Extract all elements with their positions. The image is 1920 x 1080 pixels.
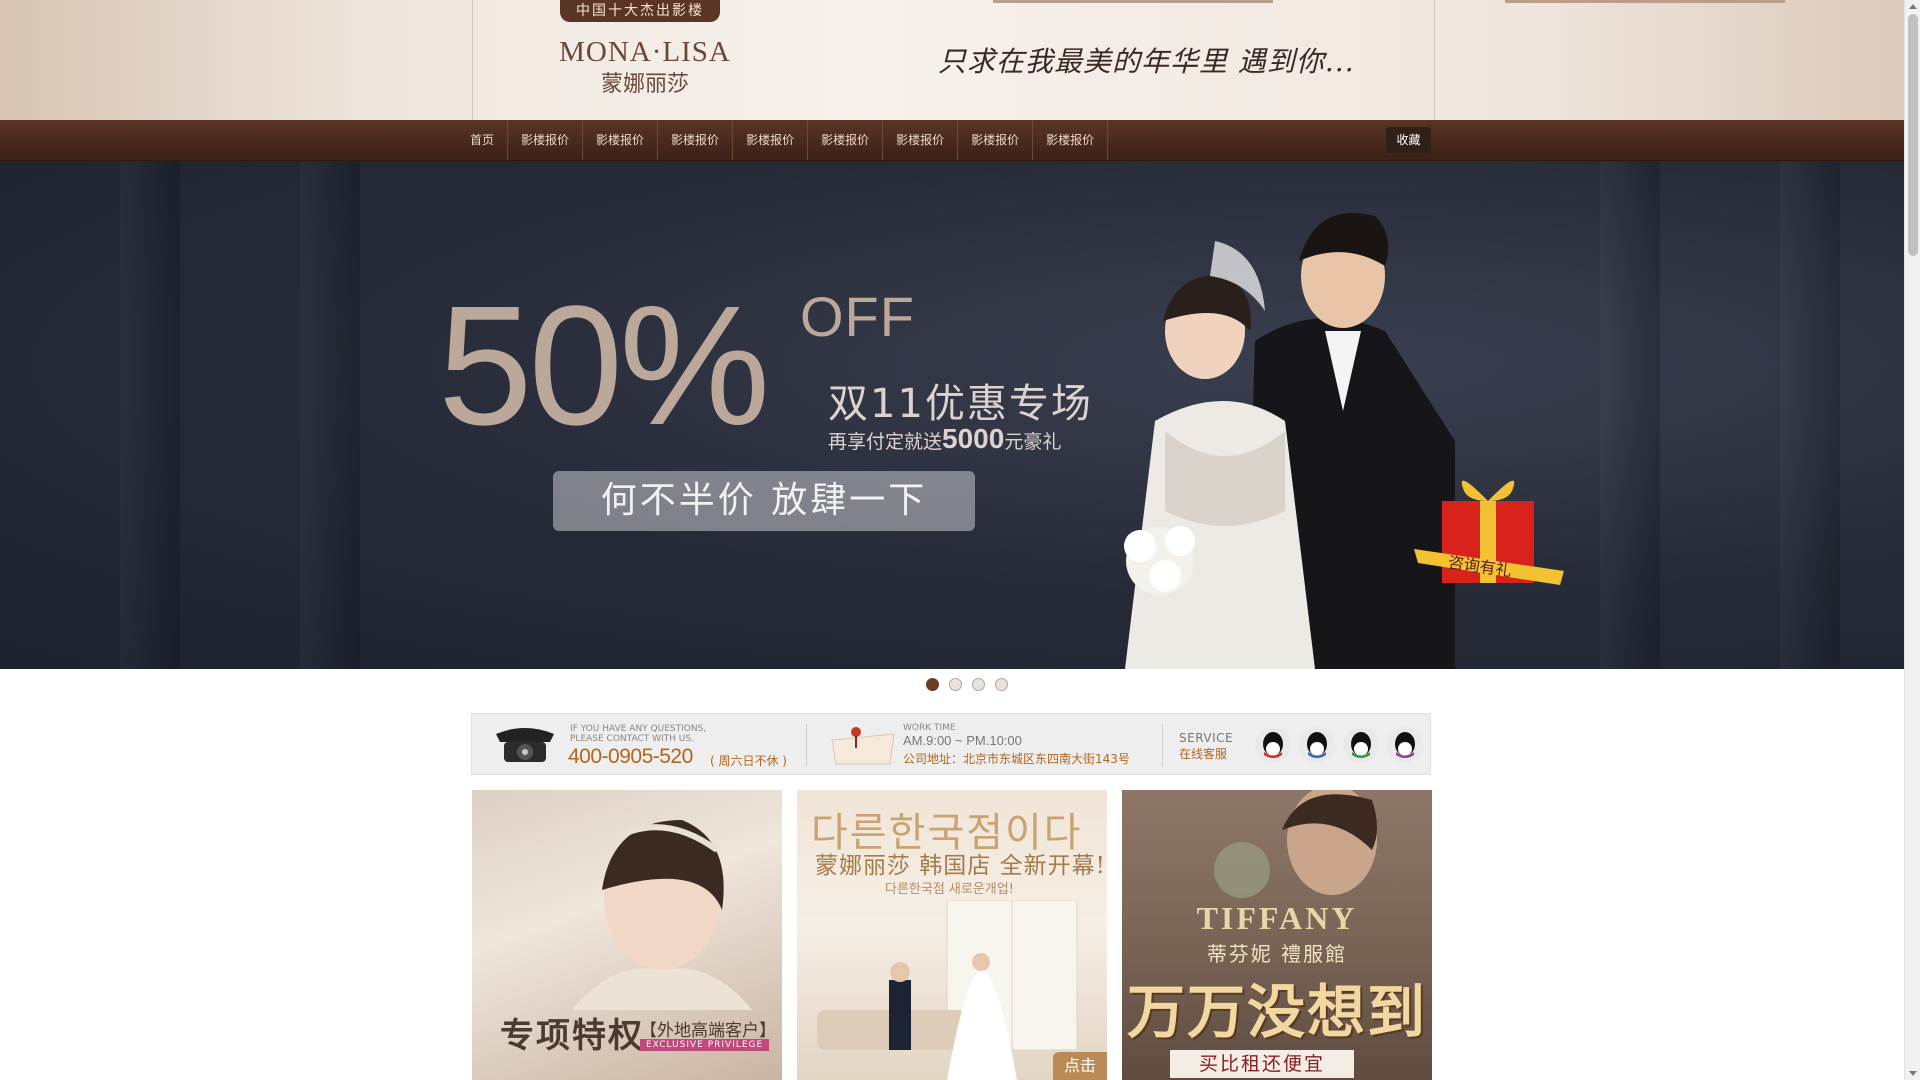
carousel-dot-2[interactable] [949,678,962,691]
qq-chat-icon[interactable] [1342,726,1380,764]
contact-prompt-line: IF YOU HAVE ANY QUESTIONS, [570,724,707,734]
nav-item[interactable]: 影楼报价 [583,120,659,160]
curtain-fold [120,161,180,669]
carousel-dot-1[interactable] [926,678,939,691]
carousel-dots [926,678,1008,691]
tiffany-brand-cn: 蒂芬妮 禮服館 [1206,942,1348,966]
service-label-en: SERVICE [1179,731,1234,745]
nav-item[interactable]: 影楼报价 [733,120,809,160]
slogan: 只求在我最美的年华里 遇到你... [938,45,1355,78]
curtain-fold [1780,161,1840,669]
promo-sub-amount: 5000 [942,423,1005,454]
nav-item[interactable]: 影楼报价 [508,120,584,160]
tiffany-offer: 买比租还便宜 [1170,1050,1354,1078]
contact-bar: IF YOU HAVE ANY QUESTIONS, PLEASE CONTAC… [471,713,1431,775]
couple-photo [1124,213,1455,669]
nav-item[interactable]: 影楼报价 [883,120,959,160]
carousel-dot-4[interactable] [995,678,1008,691]
divider [806,724,807,766]
promo-pill[interactable]: 何不半价 放肆一下 [553,471,975,531]
map-pin-icon [831,727,895,765]
promo-tile-korea-store[interactable]: 다른한국점이다 蒙娜丽莎 韩国店 全新开幕! 다른한국점 새로운개업! 点击 [797,790,1107,1080]
discount-off: OFF [800,285,915,348]
curtain-fold [1600,161,1660,669]
divider [1162,724,1163,766]
privilege-tag: 【外地高端客户】 [640,1021,776,1041]
page-scrollbar[interactable] [1904,0,1920,1080]
discount-percent: 50% [438,271,770,461]
main-nav: 首页 影楼报价 影楼报价 影楼报价 影楼报价 影楼报价 影楼报价 影楼报价 影楼… [0,120,1904,161]
qq-chat-icon[interactable] [1298,726,1336,764]
model-portrait [1214,790,1377,898]
hotline-note: ( 周六日不休 ) [710,754,787,768]
header-decor-line [993,0,1273,3]
promo-sub-suffix: 元豪礼 [1004,431,1062,453]
promo-subtitle: 再享付定就送5000元豪礼 [828,423,1061,455]
hero-banner[interactable]: 50% OFF 双11优惠专场 再享付定就送5000元豪礼 何不半价 放肆一下 … [0,161,1904,669]
logo-chinese[interactable]: 蒙娜丽莎 [550,66,740,98]
telephone-icon [496,728,554,762]
service-label-cn: 在线客服 [1179,747,1228,761]
nav-item[interactable]: 影楼报价 [1033,120,1109,160]
hotline-number[interactable]: 400-0905-520 [568,745,693,769]
curtain-fold [300,161,360,669]
privilege-title: 专项特权 [500,1016,644,1056]
award-badge: 中国十大杰出影楼 [560,0,720,22]
store-opening-title: 蒙娜丽莎 韩国店 全新开幕! [815,853,1106,879]
click-tag[interactable]: 点击 [1053,1052,1107,1080]
header-decor-line [1505,0,1785,3]
header-divider [1434,0,1435,120]
work-time: AM.9:00 ~ PM.10:00 [903,733,1022,748]
qq-chat-icon[interactable] [1386,726,1424,764]
promo-sub-prefix: 再享付定就送 [828,431,943,453]
promo-title: 双11优惠专场 [828,381,1093,427]
nav-item[interactable]: 影楼报价 [958,120,1034,160]
work-time-label: WORK TIME [903,723,956,733]
logo-english[interactable]: MONA·LISA [550,36,740,69]
carousel-dot-3[interactable] [972,678,985,691]
nav-item[interactable]: 影楼报价 [808,120,884,160]
scroll-thumb[interactable] [1908,14,1918,256]
nav-item-home[interactable]: 首页 [470,120,509,160]
promo-tile-privilege[interactable]: 专项特权 【外地高端客户】 EXCLUSIVE PRIVILEGE [472,790,782,1080]
company-address: 公司地址：北京市东城区东四南大街143号 [903,752,1130,766]
favorite-button[interactable]: 收藏 [1386,127,1431,153]
contact-prompt: IF YOU HAVE ANY QUESTIONS, PLEASE CONTAC… [570,724,706,744]
tiffany-brand: TIFFANY [1196,900,1358,936]
privilege-en: EXCLUSIVE PRIVILEGE [640,1039,770,1051]
qq-chat-icon[interactable] [1254,726,1292,764]
scroll-up-icon[interactable] [1909,4,1917,9]
contact-prompt-line: PLEASE CONTACT WITH US. [570,734,694,744]
scroll-down-icon[interactable] [1909,1071,1917,1076]
site-header: 中国十大杰出影楼 MONA·LISA 蒙娜丽莎 只求在我最美的年华里 遇到你..… [0,0,1904,121]
nav-item[interactable]: 影楼报价 [658,120,734,160]
header-divider [472,0,473,120]
promo-tile-tiffany[interactable]: TIFFANY 蒂芬妮 禮服館 万万没想到 买比租还便宜 [1122,790,1432,1080]
korean-subline: 다른한국점 새로운개업! [885,882,1014,897]
tiffany-headline: 万万没想到 [1126,978,1427,1046]
bride-portrait [572,820,752,1010]
